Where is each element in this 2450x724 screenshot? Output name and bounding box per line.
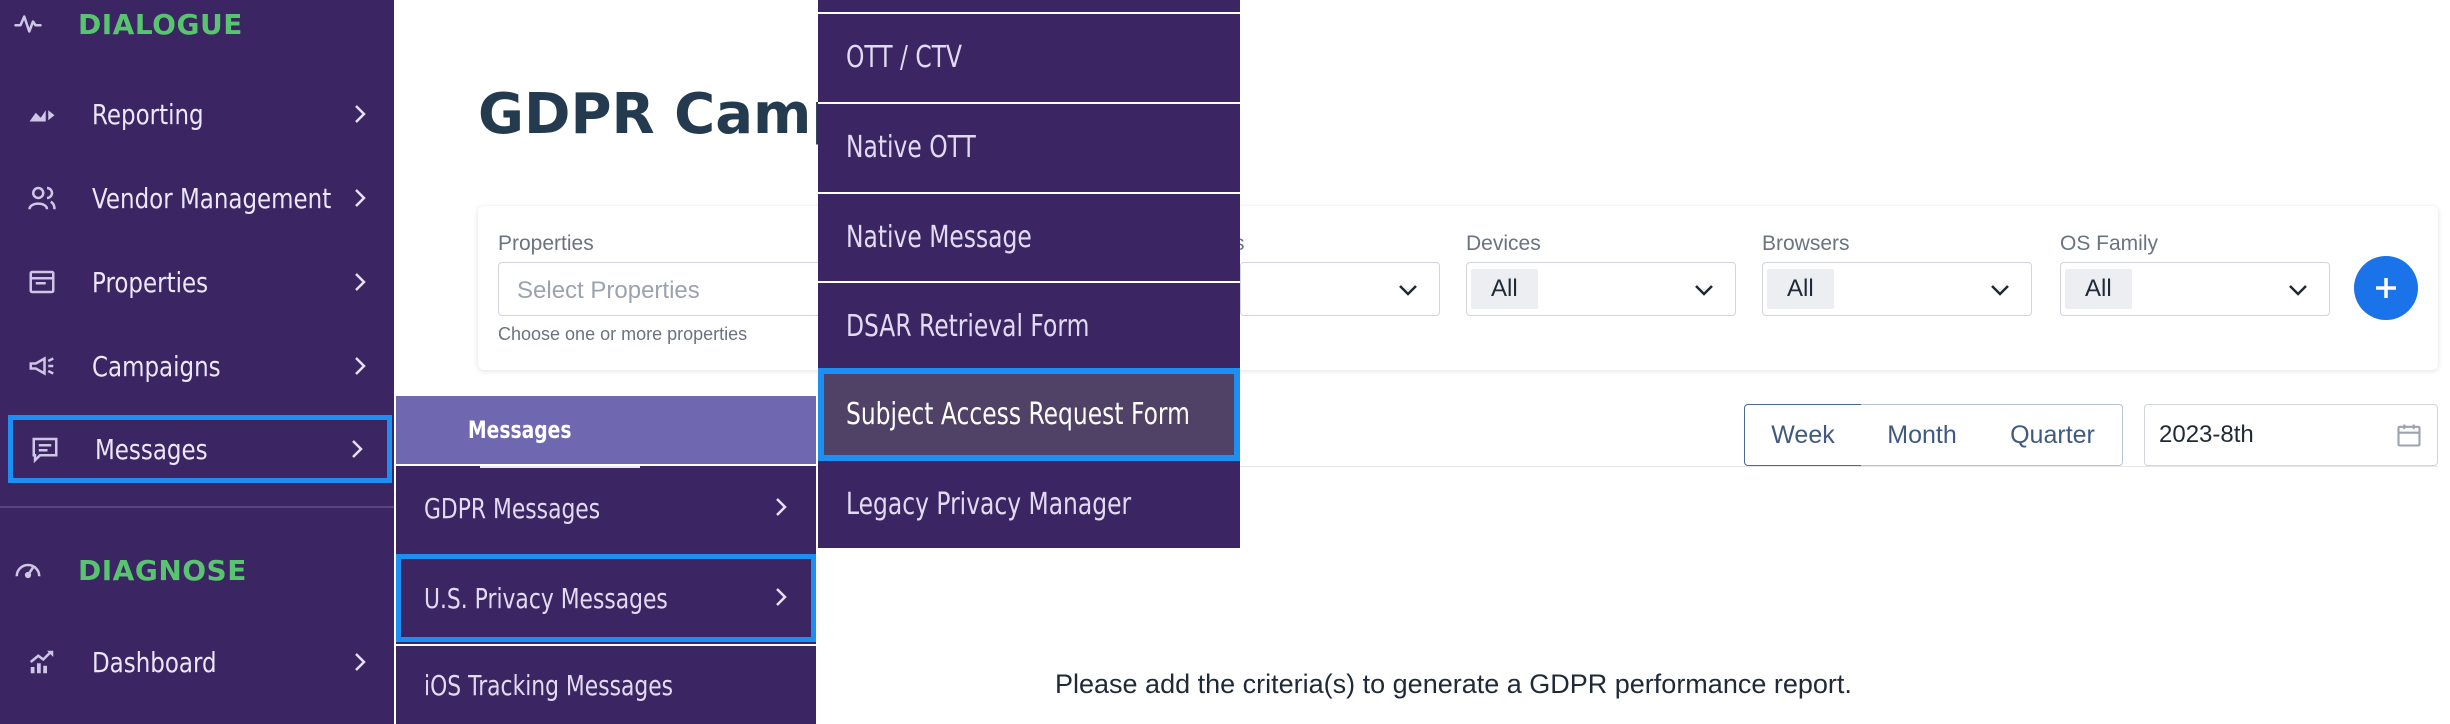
os-family-select[interactable]: All (2060, 262, 2330, 316)
flyout-header: Messages (396, 396, 816, 468)
properties-hint: Choose one or more properties (498, 324, 748, 344)
plus-icon (2376, 278, 2396, 298)
devices-select[interactable]: All (1466, 262, 1736, 316)
activity-icon (10, 6, 46, 42)
chevron-down-icon (1395, 277, 1421, 303)
browser-window-icon (24, 264, 60, 300)
flyout-item-gdpr-messages[interactable]: GDPR Messages (396, 464, 816, 550)
sidebar-item-vendor-management[interactable]: Vendor Management (10, 164, 390, 232)
sidebar-item-label: Dashboard (92, 645, 217, 679)
chevron-right-icon (347, 435, 367, 463)
megaphone-icon (24, 348, 60, 384)
flyout-item-label: Legacy Privacy Manager (846, 486, 1132, 522)
date-value: 2023-8th (2159, 421, 2254, 448)
sidebar-item-label: Campaigns (92, 349, 221, 383)
devices-value: All (1471, 269, 1538, 309)
flyout-item-subject-access-request-form[interactable]: Subject Access Request Form (818, 368, 1240, 461)
empty-state-message: Please add the criteria(s) to generate a… (1055, 669, 1852, 699)
properties-placeholder: Select Properties (517, 277, 700, 304)
chevron-right-icon (350, 648, 370, 676)
flyout-item-native-ott[interactable]: Native OTT (818, 102, 1240, 191)
period-week-button[interactable]: Week (1744, 404, 1862, 466)
sidebar-item-label: Messages (95, 432, 208, 466)
browsers-select[interactable]: All (1762, 262, 2032, 316)
flyout-item-label: OTT / CTV (846, 40, 963, 75)
chevron-right-icon (350, 268, 370, 296)
flyout-item-native-message[interactable]: Native Message (818, 192, 1240, 281)
os-family-value: All (2065, 269, 2132, 309)
sidebar-divider (0, 506, 394, 508)
sidebar: DIALOGUE Reporting Vendor Management Pro… (0, 0, 394, 724)
flyout-header-label: Messages (468, 416, 572, 444)
devices-label: Devices (1466, 232, 1541, 255)
chevron-down-icon (1987, 277, 2013, 303)
add-filter-button[interactable] (2354, 256, 2418, 320)
chevron-right-icon (774, 496, 792, 520)
flyout-item-ios-tracking-messages[interactable]: iOS Tracking Messages (396, 644, 816, 724)
trending-icon (24, 644, 60, 680)
os-family-label: OS Family (2060, 232, 2159, 255)
flyout-item-label: iOS Tracking Messages (424, 668, 674, 702)
flyout-item-label: U.S. Privacy Messages (424, 581, 668, 615)
flyout-item-label: DSAR Retrieval Form (846, 309, 1090, 344)
chevron-right-icon (350, 100, 370, 128)
section-label: DIALOGUE (78, 7, 243, 41)
flyout-item-label: Subject Access Request Form (846, 397, 1190, 432)
chevron-right-icon (350, 352, 370, 380)
sidebar-item-properties[interactable]: Properties (10, 248, 390, 316)
chevron-down-icon (1691, 277, 1717, 303)
flyout-item-legacy-privacy-manager[interactable]: Legacy Privacy Manager (818, 460, 1240, 548)
chevron-down-icon (2285, 277, 2311, 303)
chevron-right-icon (774, 586, 792, 610)
flyout-item-ott-ctv[interactable]: OTT / CTV (818, 12, 1240, 101)
section-label: DIAGNOSE (78, 553, 247, 587)
browsers-label: Browsers (1762, 232, 1850, 255)
sidebar-item-label: Properties (92, 265, 209, 299)
browsers-value: All (1767, 269, 1834, 309)
sidebar-item-messages[interactable]: Messages (8, 415, 392, 483)
sidebar-item-label: Reporting (92, 97, 204, 131)
partial-filter-select[interactable] (1240, 262, 1440, 316)
us-privacy-flyout: OTT / CTV Native OTT Native Message DSAR… (818, 0, 1240, 548)
flyout-item-us-privacy-messages[interactable]: U.S. Privacy Messages (396, 554, 816, 642)
flyout-item-label: GDPR Messages (424, 491, 601, 525)
gauge-icon (10, 552, 46, 588)
filter-panel: Properties Select Properties Choose one … (478, 206, 2438, 370)
flyout-item-label: Native OTT (846, 130, 976, 165)
message-icon (27, 431, 63, 467)
chart-icon (24, 96, 60, 132)
sidebar-item-campaigns[interactable]: Campaigns (10, 332, 390, 400)
flyout-item-dsar-retrieval-form[interactable]: DSAR Retrieval Form (818, 281, 1240, 370)
period-quarter-button[interactable]: Quarter (1983, 404, 2123, 466)
section-dialogue: DIALOGUE (0, 0, 394, 54)
date-picker[interactable]: 2023-8th (2144, 404, 2438, 466)
sidebar-item-label: Vendor Management (92, 181, 332, 215)
sidebar-item-dashboard[interactable]: Dashboard (10, 628, 390, 696)
section-diagnose: DIAGNOSE (0, 540, 394, 600)
properties-label: Properties (498, 232, 594, 255)
calendar-icon (2395, 421, 2423, 449)
users-icon (24, 180, 60, 216)
sidebar-item-reporting[interactable]: Reporting (10, 80, 390, 148)
messages-flyout: Messages GDPR Messages U.S. Privacy Mess… (396, 396, 816, 724)
chevron-right-icon (350, 184, 370, 212)
flyout-item-label: Native Message (846, 220, 1032, 255)
period-month-button[interactable]: Month (1861, 404, 1984, 466)
